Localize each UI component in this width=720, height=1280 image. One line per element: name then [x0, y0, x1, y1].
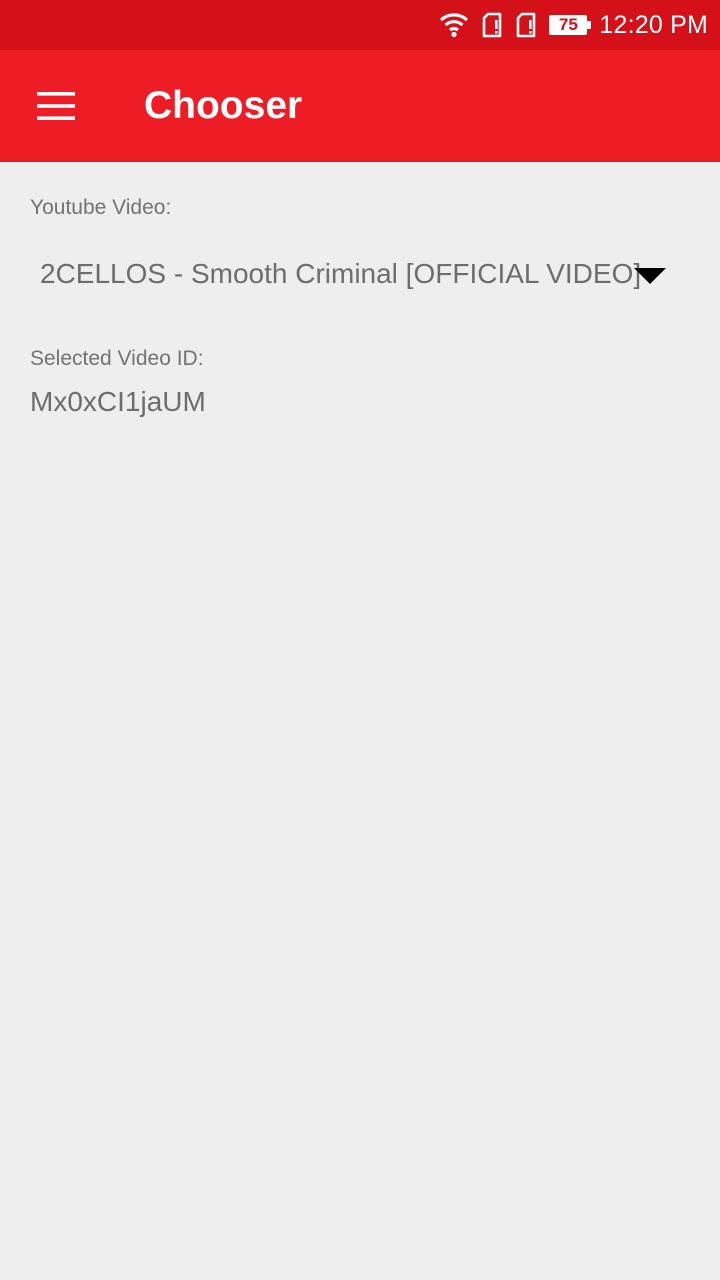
wifi-icon	[439, 12, 481, 38]
spinner-selected-value: 2CELLOS - Smooth Criminal [OFFICIAL VIDE…	[40, 258, 642, 289]
app-bar: Chooser	[0, 50, 720, 162]
status-clock: 12:20 PM	[599, 10, 708, 39]
status-bar: 75 12:20 PM	[0, 0, 720, 50]
video-spinner[interactable]: 2CELLOS - Smooth Criminal [OFFICIAL VIDE…	[30, 242, 690, 314]
page-title: Chooser	[144, 84, 303, 127]
status-icons: 75 12:20 PM	[439, 0, 708, 50]
selected-video-id-value: Mx0xCI1jaUM	[30, 386, 206, 417]
selected-video-id-label: Selected Video ID:	[30, 347, 204, 370]
battery-level: 75	[558, 15, 578, 34]
sim-card-icon	[515, 12, 549, 38]
sim-card-icon	[481, 12, 515, 38]
dropdown-arrow-icon	[634, 268, 666, 284]
menu-button[interactable]	[28, 78, 84, 134]
battery-icon: 75	[549, 15, 592, 35]
youtube-video-label: Youtube Video:	[30, 196, 172, 219]
hamburger-menu-icon	[37, 92, 75, 120]
